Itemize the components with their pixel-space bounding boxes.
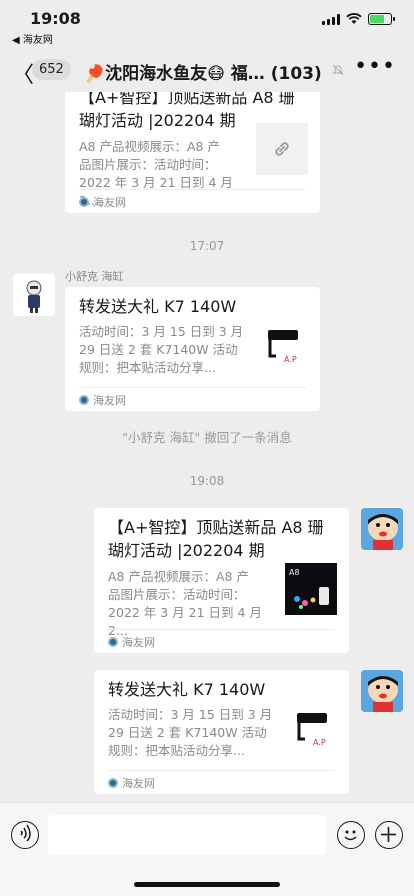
link-icon [275, 142, 289, 156]
avatar-cartoon-icon [361, 508, 403, 550]
voice-icon[interactable] [11, 821, 39, 849]
my-avatar[interactable] [361, 508, 403, 550]
product-thumbnail: A.P [285, 705, 337, 757]
back-to-app-link[interactable]: ◀ 海友网 [12, 31, 53, 46]
card-description: 活动时间：3 月 15 日到 3 月 29 日送 2 套 K7140W 活动 规… [79, 324, 244, 375]
mute-bell-icon [332, 64, 344, 76]
message-list[interactable]: 【A+智控】顶贴送新品 A8 珊 瑚灯活动 |202204 期 A8 产品视频展… [0, 92, 414, 802]
home-indicator[interactable] [134, 882, 280, 887]
time-separator: 17:07 [189, 239, 225, 253]
more-options-icon[interactable]: ••• [354, 54, 396, 79]
card-title: 转发送大礼 K7 140W [108, 680, 266, 699]
plus-icon[interactable] [375, 821, 403, 849]
chat-header: 〈 652 🏓沈阳海水鱼友😷 福… (103) ••• [0, 48, 414, 92]
battery-icon [368, 13, 395, 25]
avatar-character-icon [26, 280, 42, 313]
avatar[interactable] [13, 274, 55, 316]
link-card-4[interactable]: 转发送大礼 K7 140W 活动时间：3 月 15 日到 3 月 29 日送 2… [94, 670, 349, 794]
emoji-icon[interactable] [337, 821, 365, 849]
svg-text:A8: A8 [289, 568, 300, 577]
card-source: 海友网 [108, 770, 335, 794]
link-card-3[interactable]: 【A+智控】顶贴送新品 A8 珊 瑚灯活动 |202204 期 A8 产品视频展… [94, 508, 349, 653]
card-title: 转发送大礼 K7 140W [79, 297, 237, 316]
sender-name: 小舒克 海缸 [65, 270, 124, 283]
member-count: (103) [270, 64, 322, 84]
status-time: 19:08 [30, 9, 81, 28]
aquarium-light-image-icon: A8 [285, 563, 337, 615]
source-logo-icon [108, 636, 118, 647]
my-avatar[interactable] [361, 670, 403, 712]
svg-text:A.P: A.P [313, 738, 326, 747]
signal-icon [322, 13, 340, 25]
wifi-icon [346, 13, 362, 24]
card-source: 海友网 [79, 387, 306, 411]
status-icons [322, 13, 395, 25]
link-card-1[interactable]: 【A+智控】顶贴送新品 A8 珊 瑚灯活动 |202204 期 A8 产品视频展… [65, 92, 320, 213]
unread-count-badge[interactable]: 652 [32, 59, 71, 80]
card-source: 海友网 [79, 189, 306, 213]
lamp-product-icon: A.P [297, 713, 327, 747]
status-bar: 19:08 ◀ 海友网 [0, 0, 414, 48]
time-separator: 19:08 [189, 474, 225, 488]
message-input[interactable] [48, 815, 326, 855]
link-card-2[interactable]: 转发送大礼 K7 140W 活动时间：3 月 15 日到 3 月 29 日送 2… [65, 287, 320, 411]
svg-text:A.P: A.P [284, 355, 297, 364]
source-logo-icon [79, 394, 89, 405]
back-chevron-icon[interactable]: 〈 [12, 57, 34, 89]
recall-notice: "小舒克 海缸" 撤回了一条消息 [122, 430, 292, 445]
avatar-cartoon-icon [361, 670, 403, 712]
card-source: 海友网 [108, 629, 335, 653]
card-title: 【A+智控】顶贴送新品 A8 珊 瑚灯活动 |202204 期 [108, 518, 324, 560]
card-description: 活动时间：3 月 15 日到 3 月 29 日送 2 套 K7140W 活动 规… [108, 707, 273, 758]
source-logo-icon [79, 196, 89, 207]
group-name: 🏓沈阳海水鱼友😷 福… [84, 64, 265, 84]
product-thumbnail: A8 [285, 563, 337, 615]
chat-title: 🏓沈阳海水鱼友😷 福… (103) [84, 59, 339, 84]
source-logo-icon [108, 777, 118, 788]
product-thumbnail: A.P [256, 322, 308, 374]
lamp-product-icon: A.P [268, 330, 298, 364]
link-thumbnail [256, 123, 308, 175]
